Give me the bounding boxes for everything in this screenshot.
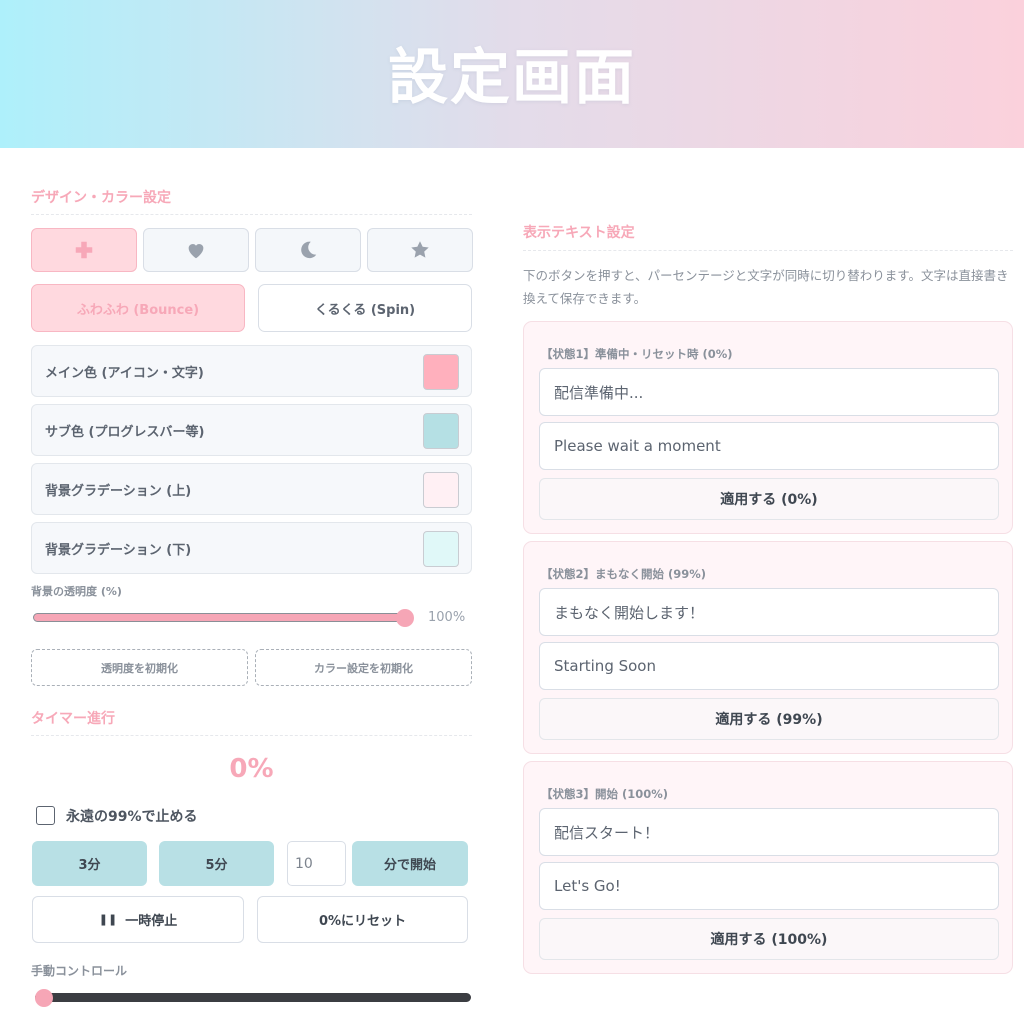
icon-option-plus[interactable] bbox=[31, 228, 137, 272]
apply-state2-button[interactable]: 適用する (99%) bbox=[539, 698, 999, 740]
stop99-label: 永遠の99%で止める bbox=[66, 809, 198, 825]
color-swatch-bg-top[interactable] bbox=[423, 472, 459, 508]
start-minutes-button[interactable]: 分で開始 bbox=[352, 841, 468, 886]
state2-line2-input[interactable]: Starting Soon bbox=[539, 642, 999, 690]
icon-option-moon[interactable] bbox=[255, 228, 361, 272]
icon-option-star[interactable] bbox=[367, 228, 473, 272]
minutes-input[interactable]: 10 bbox=[287, 841, 346, 886]
manual-control-label: 手動コントロール bbox=[31, 964, 128, 978]
state-title: 【状態3】開始 (100%) bbox=[541, 787, 669, 801]
color-swatch-main[interactable] bbox=[423, 354, 459, 390]
page-title: 設定画面 bbox=[388, 42, 636, 113]
opacity-label: 背景の透明度 (%) bbox=[31, 585, 122, 598]
state-card-2: 【状態2】まもなく開始 (99%) まもなく開始します！ Starting So… bbox=[523, 541, 1013, 754]
state2-line1-input[interactable]: まもなく開始します！ bbox=[539, 588, 999, 636]
manual-slider[interactable] bbox=[35, 993, 471, 1002]
state-title: 【状態2】まもなく開始 (99%) bbox=[541, 567, 707, 581]
color-row-bg-top: 背景グラデーション (上) bbox=[31, 463, 472, 515]
state3-line1-input[interactable]: 配信スタート！ bbox=[539, 808, 999, 856]
timer-5min-button[interactable]: 5分 bbox=[159, 841, 274, 886]
color-label: サブ色 (プログレスバー等) bbox=[45, 424, 205, 440]
state-title: 【状態1】準備中・リセット時 (0%) bbox=[541, 347, 733, 361]
pause-button[interactable]: ❚❚ 一時停止 bbox=[32, 896, 244, 943]
icon-option-heart[interactable] bbox=[143, 228, 249, 272]
text-section-title: 表示テキスト設定 bbox=[523, 225, 635, 241]
divider bbox=[31, 214, 472, 215]
apply-state3-button[interactable]: 適用する (100%) bbox=[539, 918, 999, 960]
color-label: メイン色 (アイコン・文字) bbox=[45, 365, 204, 381]
bounce-button[interactable]: ふわふわ (Bounce) bbox=[31, 284, 245, 332]
star-icon bbox=[411, 241, 429, 258]
state-card-1: 【状態1】準備中・リセット時 (0%) 配信準備中... Please wait… bbox=[523, 321, 1013, 534]
heart-icon bbox=[188, 244, 204, 259]
manual-slider-thumb[interactable] bbox=[35, 989, 53, 1007]
timer-3min-button[interactable]: 3分 bbox=[32, 841, 147, 886]
opacity-value: 100% bbox=[428, 610, 466, 625]
color-label: 背景グラデーション (下) bbox=[45, 542, 192, 558]
opacity-slider[interactable] bbox=[33, 613, 405, 622]
color-row-sub: サブ色 (プログレスバー等) bbox=[31, 404, 472, 456]
moon-icon bbox=[301, 241, 317, 259]
text-settings-description: 下のボタンを押すと、パーセンテージと文字が同時に切り替わります。文字は直接書き換… bbox=[523, 268, 1009, 306]
pause-label: 一時停止 bbox=[125, 914, 178, 929]
reset-opacity-button[interactable]: 透明度を初期化 bbox=[31, 649, 248, 686]
progress-percent: 0% bbox=[229, 754, 274, 784]
state1-line2-input[interactable]: Please wait a moment bbox=[539, 422, 999, 470]
color-label: 背景グラデーション (上) bbox=[45, 483, 192, 499]
state1-line1-input[interactable]: 配信準備中... bbox=[539, 368, 999, 416]
design-section-title: デザイン・カラー設定 bbox=[31, 190, 171, 206]
page-header: 設定画面 bbox=[0, 0, 1024, 148]
apply-state1-button[interactable]: 適用する (0%) bbox=[539, 478, 999, 520]
color-swatch-sub[interactable] bbox=[423, 413, 459, 449]
plus-icon bbox=[75, 241, 93, 259]
state3-line2-input[interactable]: Let's Go! bbox=[539, 862, 999, 910]
color-row-bg-bottom: 背景グラデーション (下) bbox=[31, 522, 472, 574]
stop99-checkbox[interactable] bbox=[36, 806, 55, 825]
divider bbox=[31, 735, 472, 736]
divider bbox=[523, 250, 1013, 251]
timer-section-title: タイマー進行 bbox=[31, 711, 115, 727]
state-card-3: 【状態3】開始 (100%) 配信スタート！ Let's Go! 適用する (1… bbox=[523, 761, 1013, 974]
color-swatch-bg-bottom[interactable] bbox=[423, 531, 459, 567]
reset-color-button[interactable]: カラー設定を初期化 bbox=[255, 649, 472, 686]
reset-zero-button[interactable]: 0%にリセット bbox=[257, 896, 468, 943]
pause-icon: ❚❚ bbox=[98, 913, 118, 926]
color-row-main: メイン色 (アイコン・文字) bbox=[31, 345, 472, 397]
opacity-slider-thumb[interactable] bbox=[396, 609, 414, 627]
spin-button[interactable]: くるくる (Spin) bbox=[258, 284, 472, 332]
